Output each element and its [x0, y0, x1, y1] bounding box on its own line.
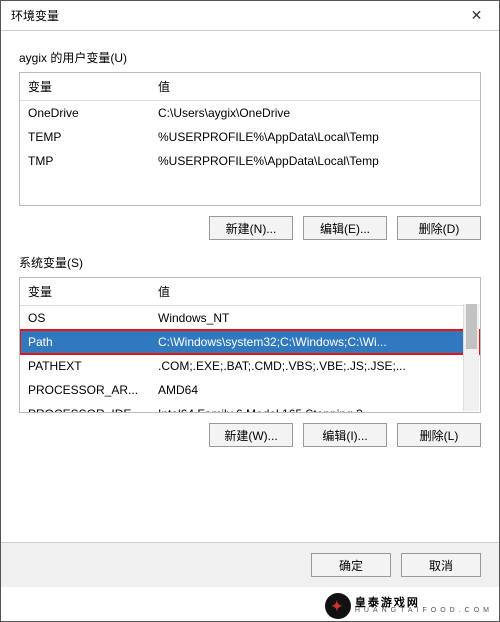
table-row[interactable]: PATHEXT .COM;.EXE;.BAT;.CMD;.VBS;.VBE;.J… — [20, 354, 480, 378]
system-vars-scrollbar[interactable] — [463, 304, 479, 411]
table-row-selected[interactable]: Path C:\Windows\system32;C:\Windows;C:\W… — [20, 330, 480, 354]
system-vars-label: 系统变量(S) — [19, 254, 481, 271]
watermark-subtext: HUANGTAIFOOD.COM — [355, 607, 493, 614]
system-delete-button[interactable]: 删除(L) — [397, 423, 481, 447]
system-new-button[interactable]: 新建(W)... — [209, 423, 293, 447]
user-vars-table: 变量 值 OneDrive C:\Users\aygix\OneDrive TE… — [20, 73, 480, 173]
table-row[interactable]: TEMP %USERPROFILE%\AppData\Local\Temp — [20, 125, 480, 149]
dialog-footer: 确定 取消 — [1, 542, 499, 587]
user-edit-button[interactable]: 编辑(E)... — [303, 216, 387, 240]
titlebar: 环境变量 ✕ — [1, 1, 499, 31]
table-row[interactable]: TMP %USERPROFILE%\AppData\Local\Temp — [20, 149, 480, 173]
close-button[interactable]: ✕ — [454, 1, 499, 31]
window-title: 环境变量 — [11, 7, 454, 24]
close-icon: ✕ — [471, 7, 483, 24]
system-button-row: 新建(W)... 编辑(I)... 删除(L) — [19, 423, 481, 447]
system-vars-table: 变量 值 OS Windows_NT Path C:\Windows\syste… — [20, 278, 480, 413]
scrollbar-thumb[interactable] — [466, 304, 477, 349]
system-vars-listbox[interactable]: 变量 值 OS Windows_NT Path C:\Windows\syste… — [19, 277, 481, 413]
user-col-name[interactable]: 变量 — [20, 73, 150, 101]
table-row[interactable]: OS Windows_NT — [20, 306, 480, 331]
user-vars-label: aygix 的用户变量(U) — [19, 49, 481, 66]
env-vars-dialog: 环境变量 ✕ aygix 的用户变量(U) 变量 值 OneDrive — [0, 0, 500, 622]
system-edit-button[interactable]: 编辑(I)... — [303, 423, 387, 447]
table-row[interactable]: OneDrive C:\Users\aygix\OneDrive — [20, 101, 480, 126]
user-col-value[interactable]: 值 — [150, 73, 480, 101]
user-new-button[interactable]: 新建(N)... — [209, 216, 293, 240]
user-vars-listbox[interactable]: 变量 值 OneDrive C:\Users\aygix\OneDrive TE… — [19, 72, 481, 206]
cancel-button[interactable]: 取消 — [401, 553, 481, 577]
table-row[interactable]: PROCESSOR_AR... AMD64 — [20, 378, 480, 402]
ok-button[interactable]: 确定 — [311, 553, 391, 577]
user-button-row: 新建(N)... 编辑(E)... 删除(D) — [19, 216, 481, 240]
watermark-logo-icon: ✦ — [325, 593, 351, 619]
content-area: aygix 的用户变量(U) 变量 值 OneDrive C:\Users\ay… — [1, 31, 499, 447]
watermark: ✦ 皇泰游戏网 HUANGTAIFOOD.COM — [325, 593, 493, 619]
sys-col-value[interactable]: 值 — [150, 278, 480, 306]
user-delete-button[interactable]: 删除(D) — [397, 216, 481, 240]
table-row[interactable]: PROCESSOR_IDE... Intel64 Family 6 Model … — [20, 402, 480, 413]
sys-col-name[interactable]: 变量 — [20, 278, 150, 306]
